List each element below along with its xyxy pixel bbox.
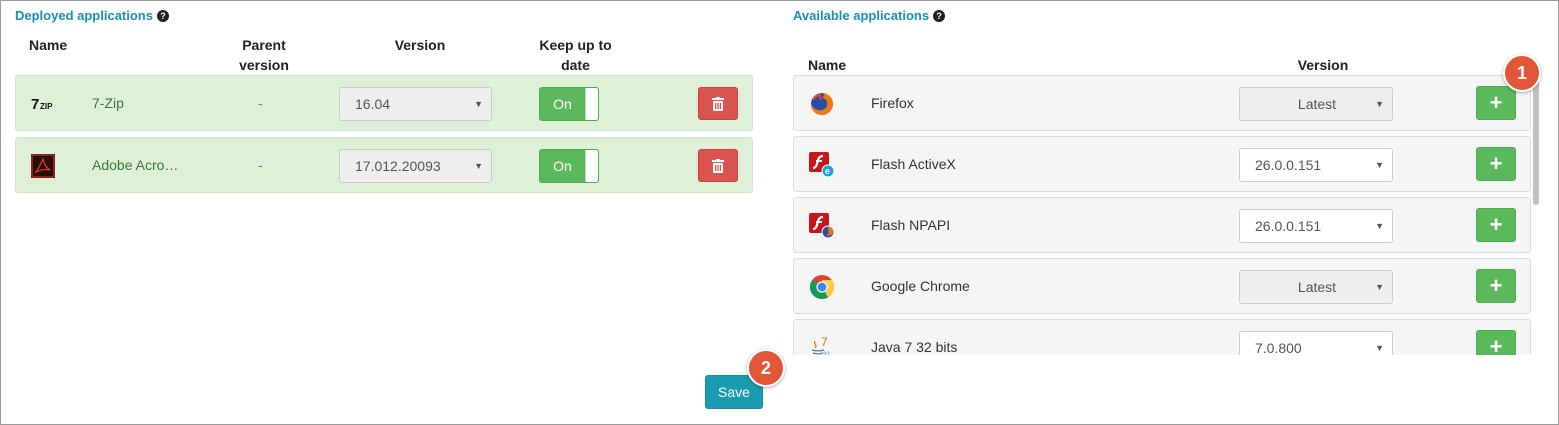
scrollbar[interactable] [1533,75,1541,355]
header-name: Name [808,57,847,73]
google-chrome-icon [809,274,835,300]
delete-button[interactable] [698,87,738,120]
version-select[interactable]: Latest ▼ [1239,87,1393,121]
version-select-value: 17.012.20093 [355,158,441,174]
app-name: 7-Zip [92,95,124,111]
keep-up-to-date-toggle[interactable]: On [539,149,599,183]
add-button[interactable]: + [1476,208,1516,242]
available-title-text: Available applications [793,8,930,23]
app-name: Flash ActiveX [871,156,956,172]
version-select-value: 16.04 [355,96,391,112]
version-select[interactable]: 26.0.0.151 ▼ [1239,209,1393,243]
app-name: Adobe Acro… [92,157,179,173]
trash-icon [712,96,724,111]
caret-down-icon: ▼ [1375,282,1384,292]
add-button[interactable]: + [1476,269,1516,303]
parent-version: - [258,95,263,111]
7zip-icon: 7 ZIP [31,92,55,116]
header-version: Version [394,37,446,53]
parent-version: - [258,157,263,173]
version-select[interactable]: 7.0.800 ▼ [1239,331,1393,355]
header-keep-up-to-date: Keep up to date [539,37,612,73]
header-parent-version: Parent version [239,37,289,73]
version-select-value: Latest [1297,279,1337,295]
add-button[interactable]: + [1476,330,1516,355]
toggle-knob [585,88,598,120]
delete-button[interactable] [698,149,738,182]
version-select-value: 26.0.0.151 [1255,157,1322,173]
svg-text:e: e [825,166,830,176]
version-select[interactable]: Latest ▼ [1239,270,1393,304]
available-row: 7 32 Java 7 32 bits 7.0.800 ▼ + [793,319,1531,355]
svg-text:32: 32 [823,352,830,355]
svg-text:ZIP: ZIP [40,102,53,111]
available-row: e Flash ActiveX 26.0.0.151 ▼ + [793,136,1531,192]
deployed-title: Deployed applications ? [15,8,169,23]
add-button[interactable]: + [1476,86,1516,120]
svg-text:7: 7 [31,96,39,113]
trash-icon [712,158,724,173]
version-select[interactable]: 26.0.0.151 ▼ [1239,148,1393,182]
step-badge-2: 2 [747,349,785,387]
app-name: Java 7 32 bits [871,339,958,355]
app-name: Google Chrome [871,278,970,294]
caret-down-icon: ▼ [1375,160,1384,170]
step-badge-1: 1 [1503,54,1541,92]
app-name: Flash NPAPI [871,217,951,233]
keep-up-to-date-toggle[interactable]: On [539,87,599,121]
available-row: Flash NPAPI 26.0.0.151 ▼ + [793,197,1531,253]
scrollbar-thumb[interactable] [1533,75,1539,205]
caret-down-icon: ▼ [1375,99,1384,109]
header-name: Name [29,37,68,53]
deployed-row: Adobe Acro… - 17.012.20093 ▼ On [15,137,753,193]
version-select-value: 7.0.800 [1255,340,1302,355]
available-title: Available applications ? [793,8,946,23]
caret-down-icon: ▼ [1375,343,1384,353]
toggle-label: On [553,96,572,112]
header-version: Version [1297,57,1349,73]
deployed-row: 7 ZIP 7-Zip - 16.04 ▼ On [15,75,753,131]
app-name: Firefox [871,95,914,111]
version-select-value: 26.0.0.151 [1255,218,1322,234]
toggle-knob [585,150,598,182]
caret-down-icon: ▼ [474,99,483,109]
caret-down-icon: ▼ [1375,221,1384,231]
flash-npapi-icon [809,213,835,239]
help-icon[interactable]: ? [156,9,169,22]
svg-text:7: 7 [821,335,828,349]
version-select[interactable]: 17.012.20093 ▼ [339,149,492,183]
version-select-value: Latest [1297,96,1337,112]
available-row: Firefox Latest ▼ + [793,75,1531,131]
toggle-label: On [553,158,572,174]
firefox-icon [809,91,835,117]
add-button[interactable]: + [1476,147,1516,181]
help-icon[interactable]: ? [933,9,946,22]
version-select[interactable]: 16.04 ▼ [339,87,492,121]
available-list[interactable]: Firefox Latest ▼ + e Flash ActiveX 26.0.… [793,75,1543,355]
deployed-title-text: Deployed applications [15,8,153,23]
adobe-acrobat-icon [31,154,55,178]
flash-activex-icon: e [809,152,835,178]
available-row: Google Chrome Latest ▼ + [793,258,1531,314]
java-icon: 7 32 [809,335,835,355]
caret-down-icon: ▼ [474,161,483,171]
